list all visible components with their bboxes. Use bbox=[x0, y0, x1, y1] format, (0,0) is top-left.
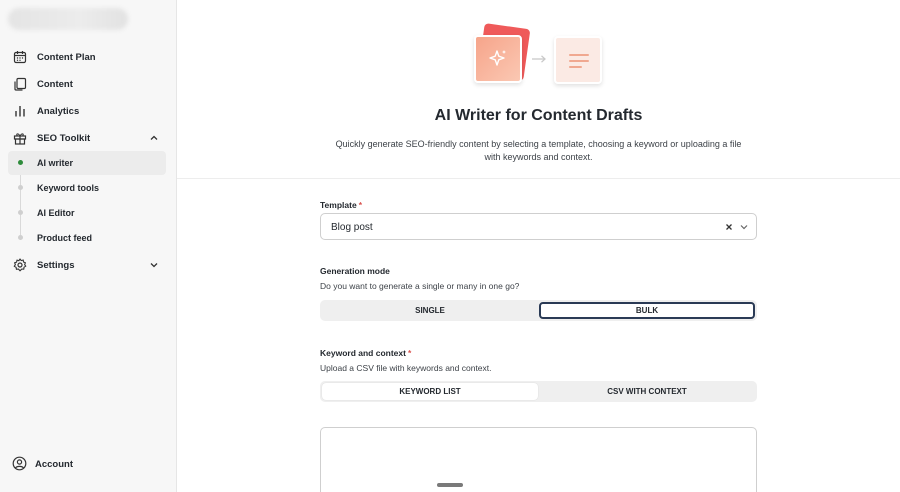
hero-section: AI Writer for Content Drafts Quickly gen… bbox=[177, 0, 900, 179]
template-label: Template * bbox=[320, 200, 362, 210]
keyword-context-help: Upload a CSV file with keywords and cont… bbox=[320, 363, 492, 373]
sidebar-item-label: Content bbox=[37, 79, 73, 90]
sidebar-subitem-label: AI writer bbox=[37, 158, 74, 168]
keyword-source-toggle: KEYWORD LIST CSV WITH CONTEXT bbox=[320, 381, 757, 402]
mode-single-button[interactable]: SINGLE bbox=[322, 302, 538, 319]
generation-mode-label: Generation mode bbox=[320, 266, 390, 276]
sidebar-item-content-plan[interactable]: Content Plan bbox=[8, 45, 166, 69]
document-icon bbox=[554, 36, 602, 84]
sidebar-subitem-ai-writer[interactable]: AI writer bbox=[8, 151, 166, 175]
clear-icon[interactable] bbox=[724, 222, 734, 232]
keyword-list-textarea[interactable] bbox=[320, 427, 757, 492]
sidebar-item-seo-toolkit[interactable]: SEO Toolkit bbox=[8, 126, 166, 150]
csv-with-context-tab[interactable]: CSV WITH CONTEXT bbox=[539, 383, 755, 400]
template-select[interactable]: Blog post bbox=[320, 213, 757, 240]
chevron-up-icon bbox=[150, 135, 158, 140]
sidebar-subitem-ai-editor[interactable]: AI Editor bbox=[8, 201, 166, 225]
bullet-dot bbox=[18, 235, 23, 240]
user-circle-icon bbox=[12, 456, 28, 472]
account-label: Account bbox=[35, 459, 73, 470]
sidebar-item-label: Analytics bbox=[37, 106, 80, 117]
bullet-dot bbox=[18, 185, 23, 190]
sidebar: Content Plan Content Analytics SEO Toolk… bbox=[0, 0, 177, 492]
required-mark: * bbox=[358, 200, 362, 210]
sidebar-item-label: Settings bbox=[37, 260, 75, 271]
mode-bulk-button[interactable]: BULK bbox=[539, 302, 755, 319]
chevron-down-icon[interactable] bbox=[739, 222, 749, 232]
arrow-right-icon bbox=[532, 55, 546, 63]
gift-icon bbox=[12, 130, 28, 146]
sidebar-subitem-label: Keyword tools bbox=[37, 183, 100, 193]
generation-mode-toggle: SINGLE BULK bbox=[320, 300, 757, 321]
keyword-list-tab[interactable]: KEYWORD LIST bbox=[322, 383, 538, 400]
sidebar-subitem-label: AI Editor bbox=[37, 208, 75, 218]
sidebar-subitem-product-feed[interactable]: Product feed bbox=[8, 226, 166, 250]
active-dot bbox=[18, 160, 23, 165]
copy-icon bbox=[12, 76, 28, 92]
required-mark: * bbox=[407, 348, 412, 358]
sidebar-account[interactable]: Account bbox=[8, 452, 166, 476]
bar-chart-icon bbox=[12, 103, 28, 119]
page-description: Quickly generate SEO-friendly content by… bbox=[335, 139, 742, 162]
sidebar-item-content[interactable]: Content bbox=[8, 72, 166, 96]
brand-logo bbox=[8, 8, 128, 30]
bullet-dot bbox=[18, 210, 23, 215]
calendar-icon bbox=[12, 49, 28, 65]
chevron-down-icon bbox=[150, 263, 158, 268]
generation-mode-help: Do you want to generate a single or many… bbox=[320, 281, 520, 291]
gear-icon bbox=[12, 257, 28, 273]
sidebar-item-label: SEO Toolkit bbox=[37, 133, 91, 144]
sidebar-subitem-label: Product feed bbox=[37, 233, 93, 243]
sidebar-item-analytics[interactable]: Analytics bbox=[8, 99, 166, 123]
sparkle-icon bbox=[474, 35, 522, 83]
keyword-context-label: Keyword and context * bbox=[320, 348, 412, 358]
resize-handle[interactable] bbox=[437, 483, 463, 487]
sidebar-item-label: Content Plan bbox=[37, 52, 96, 63]
template-select-value: Blog post bbox=[331, 222, 373, 233]
sidebar-subitem-keyword-tools[interactable]: Keyword tools bbox=[8, 176, 166, 200]
sidebar-item-settings[interactable]: Settings bbox=[8, 253, 166, 277]
page-title: AI Writer for Content Drafts bbox=[434, 107, 643, 124]
